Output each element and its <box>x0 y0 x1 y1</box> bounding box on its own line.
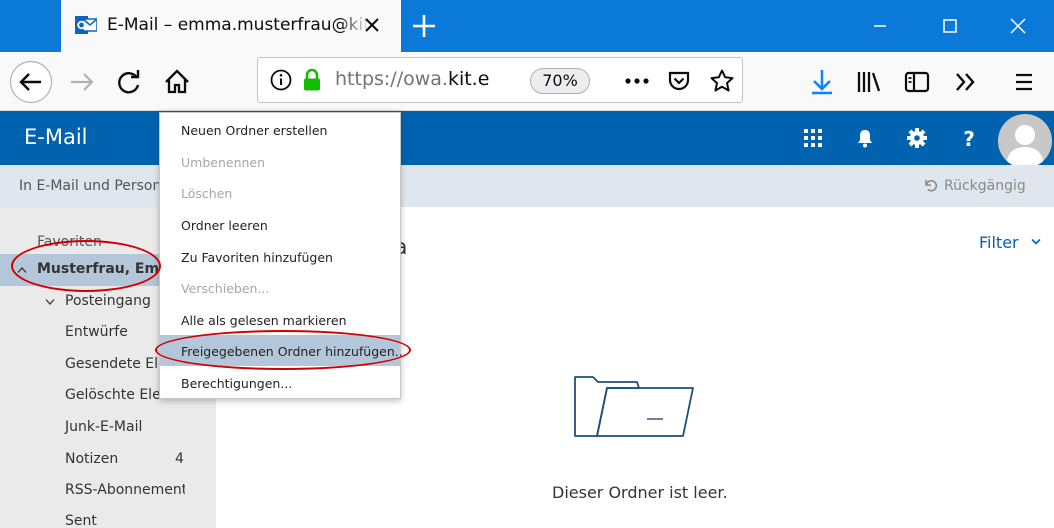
browser-navbar: https://owa.kit.e 70% <box>0 52 1054 111</box>
menu-item-rename[interactable]: Umbenennen <box>160 146 400 177</box>
pocket-icon[interactable] <box>667 69 691 93</box>
help-button[interactable]: ? <box>941 111 993 165</box>
folder-junk-email[interactable]: Junk-E-Mail <box>0 412 216 444</box>
menu-item-empty-folder[interactable]: Ordner leeren <box>160 209 400 240</box>
svg-text:?: ? <box>963 127 975 149</box>
back-arrow-icon[interactable] <box>9 60 53 104</box>
page-actions-more-icon[interactable] <box>624 71 650 91</box>
downloads-icon[interactable] <box>800 60 844 104</box>
outlook-favicon-icon <box>75 16 97 34</box>
empty-folder-message: Dieser Ordner ist leer. <box>552 483 728 502</box>
close-tab-icon[interactable] <box>361 14 383 36</box>
user-avatar[interactable] <box>998 114 1052 168</box>
lock-secure-icon[interactable] <box>302 68 322 92</box>
app-title[interactable]: E-Mail <box>24 125 88 149</box>
chevron-up-icon <box>17 267 27 273</box>
notifications-button[interactable] <box>837 111 889 165</box>
overflow-chevrons-icon[interactable] <box>944 60 988 104</box>
undo-arrow-icon <box>925 180 938 192</box>
menu-item-permissions[interactable]: Berechtigungen... <box>160 367 400 398</box>
reload-icon[interactable] <box>107 60 151 104</box>
hamburger-menu-icon[interactable] <box>1002 60 1046 104</box>
menu-item-add-to-favorites[interactable]: Zu Favoriten hinzufügen <box>160 241 400 272</box>
folder-rss-feeds[interactable]: RSS-Abonnements <box>0 475 216 507</box>
close-window-icon[interactable] <box>1004 12 1032 40</box>
menu-item-add-shared-folder[interactable]: Freigegebenen Ordner hinzufügen... <box>160 335 407 366</box>
browser-titlebar: E-Mail – emma.musterfrau@kit.e <box>0 0 1054 52</box>
library-icon[interactable] <box>847 60 891 104</box>
chevron-down-icon <box>45 299 55 305</box>
tab-title: E-Mail – emma.musterfrau@kit.e <box>107 15 369 35</box>
url-bar[interactable]: https://owa.kit.e 70% <box>257 57 743 103</box>
browser-tab-active[interactable]: E-Mail – emma.musterfrau@kit.e <box>61 0 401 52</box>
waffle-grid-icon <box>804 129 822 147</box>
menu-item-delete[interactable]: Löschen <box>160 177 400 208</box>
forward-arrow-icon[interactable] <box>60 60 104 104</box>
sidebar-toggle-icon[interactable] <box>895 60 939 104</box>
menu-item-new-folder[interactable]: Neuen Ordner erstellen <box>160 114 400 145</box>
minimize-window-icon[interactable] <box>866 12 894 40</box>
search-box[interactable]: In E-Mail und Personen <box>19 178 179 194</box>
undo-button[interactable]: Rückgängig <box>922 177 1026 194</box>
new-tab-plus-icon[interactable] <box>410 12 438 40</box>
menu-item-move[interactable]: Verschieben... <box>160 272 400 303</box>
url-text: https://owa.kit.e <box>335 68 490 90</box>
item-count: 4 <box>175 451 184 467</box>
filter-dropdown[interactable]: Filter <box>979 233 1042 252</box>
settings-button[interactable] <box>889 111 941 165</box>
question-mark-icon: ? <box>963 127 975 149</box>
maximize-window-icon[interactable] <box>936 12 964 40</box>
folder-context-menu: Neuen Ordner erstellen Umbenennen Lösche… <box>159 112 407 399</box>
zoom-level-badge[interactable]: 70% <box>530 68 590 94</box>
folder-sent[interactable]: Sent <box>0 506 216 528</box>
bookmark-star-icon[interactable] <box>709 68 735 94</box>
person-silhouette-icon <box>1006 125 1044 168</box>
empty-folder-icon <box>574 376 694 437</box>
gear-icon <box>907 128 927 148</box>
app-launcher-button[interactable] <box>785 111 837 165</box>
home-icon[interactable] <box>155 60 199 104</box>
info-icon[interactable] <box>270 69 292 91</box>
bell-icon <box>858 130 872 148</box>
folder-notes[interactable]: Notizen 4 <box>0 444 216 476</box>
menu-item-mark-all-read[interactable]: Alle als gelesen markieren <box>160 304 400 335</box>
chevron-down-icon <box>1031 238 1041 245</box>
